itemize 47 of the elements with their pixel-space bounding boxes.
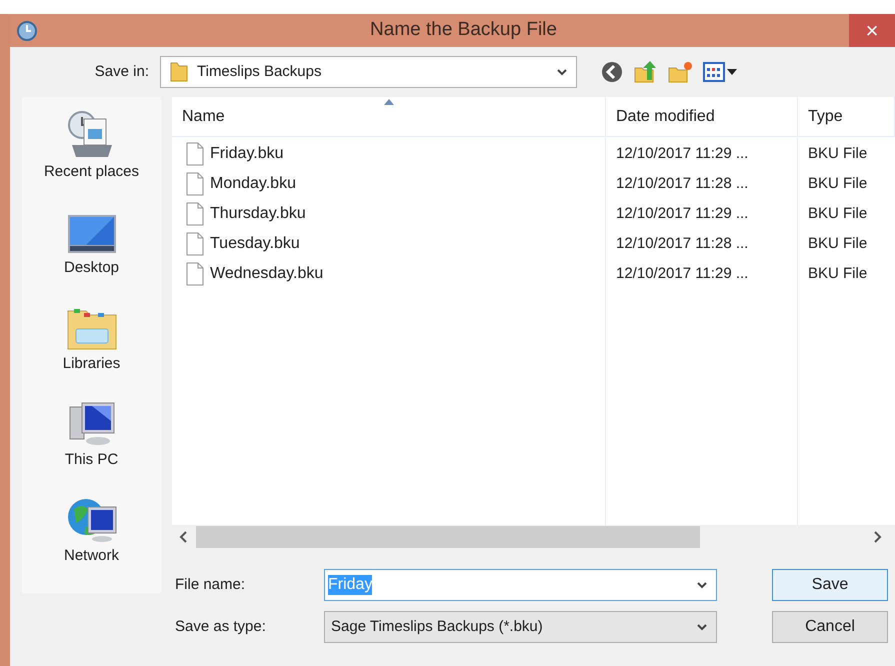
type-cell-text: BKU File (808, 264, 868, 284)
file-name-cell[interactable]: Thursday.bku (210, 202, 306, 226)
save-button[interactable]: Save (772, 569, 888, 601)
date-cell-text: 12/10/2017 11:29 ... (616, 144, 748, 164)
date-cell-text: 12/10/2017 11:28 ... (616, 174, 748, 194)
file-icon (186, 202, 204, 226)
sort-arrow-icon (384, 99, 394, 105)
cancel-button[interactable]: Cancel (772, 611, 888, 643)
sidebar-item[interactable]: Desktop (22, 201, 161, 297)
folder-icon (169, 61, 189, 83)
file-icon (186, 172, 204, 196)
save-as-type-label: Save as type: (174, 616, 267, 637)
date-cell-text: 12/10/2017 11:28 ... (616, 234, 748, 254)
new-folder-icon[interactable] (667, 60, 693, 84)
desktop-icon (66, 213, 118, 255)
save-in-label: Save in: (94, 62, 150, 82)
window-title: Name the Backup File (369, 18, 558, 42)
file-name-cell[interactable]: Monday.bku (210, 172, 296, 196)
column-header[interactable]: Date modified (606, 97, 798, 136)
file-icon (186, 232, 204, 256)
save-in-value: Timeslips Backups (197, 62, 322, 82)
file-name-cell[interactable]: Tuesday.bku (210, 232, 300, 256)
view-menu-icon[interactable] (703, 62, 737, 82)
file-icon (186, 142, 204, 166)
date-cell-text: 12/10/2017 11:29 ... (616, 264, 748, 284)
save-as-type-dropdown[interactable]: Sage Timeslips Backups (*.bku) (324, 611, 717, 643)
file-name-label: File name: (174, 574, 246, 595)
save-in-dropdown[interactable]: Timeslips Backups (160, 56, 577, 88)
sidebar-item[interactable]: Network (22, 489, 161, 585)
file-name-cell[interactable]: Friday.bku (210, 142, 284, 166)
column-header[interactable]: Name (172, 97, 606, 136)
type-cell-text: BKU File (808, 144, 868, 164)
type-cell-text: BKU File (808, 204, 868, 224)
file-icon (186, 262, 204, 286)
clock-icon (16, 20, 38, 42)
file-name-value: Friday (328, 575, 372, 595)
column-header[interactable]: Type (798, 97, 895, 136)
close-button[interactable]: × (849, 14, 895, 47)
file-name-cell[interactable]: Wednesday.bku (210, 262, 324, 286)
sidebar-item[interactable]: This PC (22, 393, 161, 489)
scrollbar-thumb[interactable] (196, 526, 700, 548)
sidebar-item[interactable]: Libraries (22, 297, 161, 393)
sidebar-item[interactable]: Recent places (22, 105, 161, 201)
type-cell-text: BKU File (808, 174, 868, 194)
back-icon[interactable] (601, 61, 623, 83)
date-cell-text: 12/10/2017 11:29 ... (616, 204, 748, 224)
type-cell-text: BKU File (808, 234, 868, 254)
